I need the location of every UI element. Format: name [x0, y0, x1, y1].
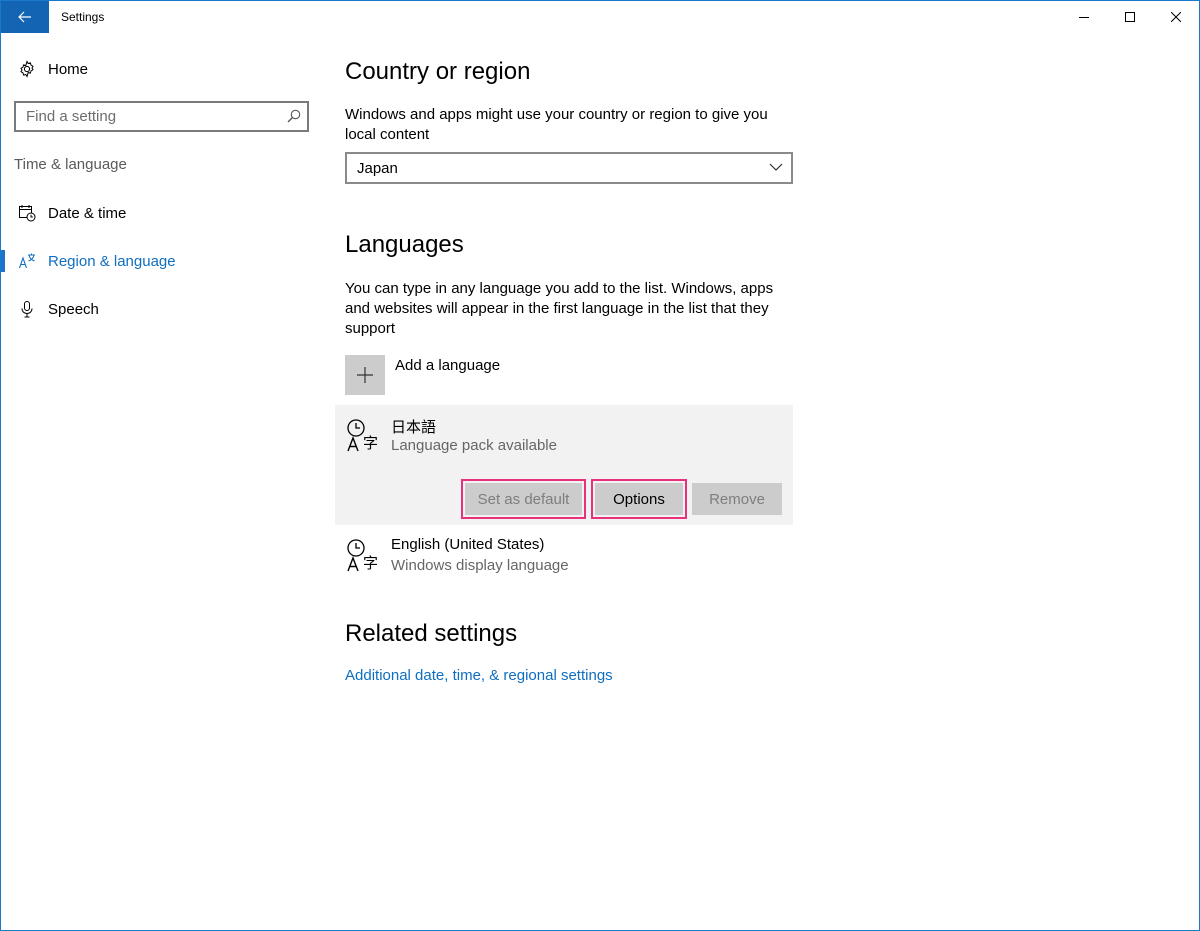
country-description: Windows and apps might use your country … [345, 106, 768, 143]
language-row: 字 日本語 Language pack available [335, 405, 793, 455]
close-button[interactable] [1153, 1, 1199, 33]
svg-text:字: 字 [363, 434, 378, 452]
title-bar: Settings [1, 1, 1199, 33]
add-tile [345, 355, 385, 395]
plus-icon [357, 367, 373, 383]
sidebar-item-label: Speech [48, 300, 99, 318]
language-name: 日本語 [391, 419, 437, 436]
sidebar-section-label: Time & language [14, 156, 127, 173]
sidebar-item-label: Home [48, 60, 89, 78]
country-selected-value: Japan [357, 160, 398, 177]
add-language-label: Add a language [395, 357, 501, 374]
gear-icon [17, 59, 37, 79]
close-icon [1171, 12, 1181, 22]
set-as-default-button[interactable]: Set as default [465, 483, 582, 515]
search-input[interactable] [16, 103, 286, 130]
sidebar-item-date-time[interactable]: Date & time [1, 193, 321, 233]
microphone-icon [17, 299, 37, 319]
related-settings-heading: Related settings [345, 620, 518, 647]
remove-button[interactable]: Remove [692, 483, 782, 515]
sidebar-item-label: Region & language [48, 252, 176, 270]
sidebar-item-home[interactable]: Home [1, 49, 321, 89]
window-title: Settings [61, 10, 105, 24]
sidebar-item-region-language[interactable]: Region & language [1, 241, 321, 281]
calendar-clock-icon [17, 203, 37, 223]
language-item-english[interactable]: 字 English (United States) Windows displa… [335, 525, 793, 575]
maximize-button[interactable] [1107, 1, 1153, 33]
additional-settings-link[interactable]: Additional date, time, & regional settin… [345, 667, 613, 684]
chevron-down-icon [769, 163, 783, 171]
language-status: Language pack available [391, 437, 557, 454]
search-icon [287, 109, 301, 123]
languages-description: You can type in any language you add to … [345, 280, 774, 337]
add-language-button[interactable]: Add a language [345, 355, 645, 395]
maximize-icon [1125, 12, 1135, 22]
language-pack-icon: 字 [347, 419, 378, 452]
selection-indicator [1, 250, 5, 272]
language-item-japanese[interactable]: 字 日本語 Language pack available Set as def… [335, 405, 793, 525]
minimize-icon [1079, 17, 1089, 18]
language-pack-icon: 字 [347, 539, 378, 572]
minimize-button[interactable] [1061, 1, 1107, 33]
sidebar-item-label: Date & time [48, 204, 127, 222]
sidebar-item-speech[interactable]: Speech [1, 289, 321, 329]
svg-text:字: 字 [363, 554, 378, 572]
country-dropdown[interactable]: Japan [345, 152, 793, 184]
settings-window: Settings Home Time & language [0, 0, 1200, 931]
country-heading: Country or region [345, 58, 531, 85]
back-button[interactable] [1, 1, 49, 33]
language-name: English (United States) [391, 536, 545, 553]
options-button[interactable]: Options [595, 483, 683, 515]
back-arrow-icon [18, 11, 31, 23]
languages-heading: Languages [345, 231, 464, 258]
search-box[interactable] [14, 101, 309, 132]
region-language-icon [17, 251, 37, 271]
language-status: Windows display language [391, 557, 569, 574]
